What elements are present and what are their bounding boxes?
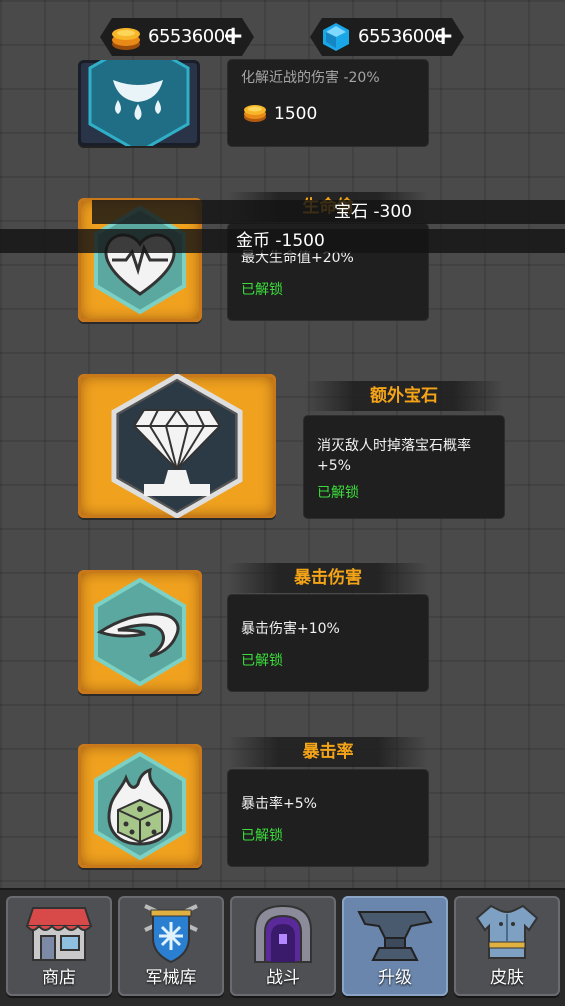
coin-cost-text: 金币 -1500 [236,231,325,251]
coin-stack-icon [112,28,140,50]
skill-desc: 消灭敌人时掉落宝石概率+5% [317,438,471,474]
skill-desc: 暴击率+5% [241,796,317,812]
skill-desc-box: 暴击率+5% 已解锁 [228,770,428,866]
skill-icon-frame-selected[interactable] [78,373,276,519]
skill-list[interactable]: 化解近战的伤害 -20% 1500 生命偷 最大生命值+20% 已解锁 宝石 -… [0,0,565,888]
add-gems-button[interactable]: + [432,21,454,51]
skill-desc: 暴击伤害+10% [241,621,340,637]
skill-icon-frame[interactable] [78,744,202,868]
battle-icon [254,904,312,963]
skill-price: 1500 [274,104,318,124]
nav-label: 升级 [378,968,412,988]
gem-icon [323,23,349,51]
nav-label: 战斗 [266,968,300,988]
skill-title: 暴击伤害 [228,563,428,593]
nav-skins-button[interactable]: 皮肤 [454,896,560,996]
armory-icon [144,904,198,964]
armor-icon [475,904,539,959]
nav-label: 军械库 [145,968,197,988]
add-coins-button[interactable]: + [222,21,244,51]
nav-label: 皮肤 [490,968,524,988]
coin-icon [244,105,266,122]
currency-bar: 65536000 + 65536000 + [0,0,565,72]
gem-balance: 65536000 + [310,18,464,56]
skill-icon-frame[interactable] [78,38,200,154]
skill-desc-box: 消灭敌人时掉落宝石概率+5% 已解锁 [304,416,504,518]
skill-desc-box: 化解近战的伤害 -20% 1500 [228,60,428,146]
gem-cost-text: 宝石 -300 [334,202,412,222]
skill-desc-box: 暴击伤害+10% 已解锁 [228,595,428,691]
shop-icon [25,907,93,961]
nav-battle-button[interactable]: 战斗 [230,896,336,996]
unlocked-label: 已解锁 [241,282,283,298]
nav-label: 商店 [42,968,76,988]
skill-icon-frame[interactable] [78,570,202,694]
nav-shop-button[interactable]: 商店 [6,896,112,996]
coin-cost-toast: 金币 -1500 [0,229,565,253]
unlocked-label: 已解锁 [317,485,359,501]
skill-title: 额外宝石 [304,381,504,411]
gem-cost-toast: 宝石 -300 [92,200,565,224]
bottom-nav: 商店 军械库 战斗 升级 皮肤 [0,888,565,1006]
dice-flame-icon [94,751,186,861]
nav-upgrade-button[interactable]: 升级 [342,896,448,996]
diamond-trophy-icon [111,373,243,519]
anvil-icon [357,911,433,961]
crit-slash-icon [94,577,186,687]
nav-armory-button[interactable]: 军械库 [118,896,224,996]
unlocked-label: 已解锁 [241,828,283,844]
skill-title: 暴击率 [228,737,428,767]
unlocked-label: 已解锁 [241,653,283,669]
coin-balance: 65536000 + [100,18,254,56]
water-shield-icon [88,38,190,154]
